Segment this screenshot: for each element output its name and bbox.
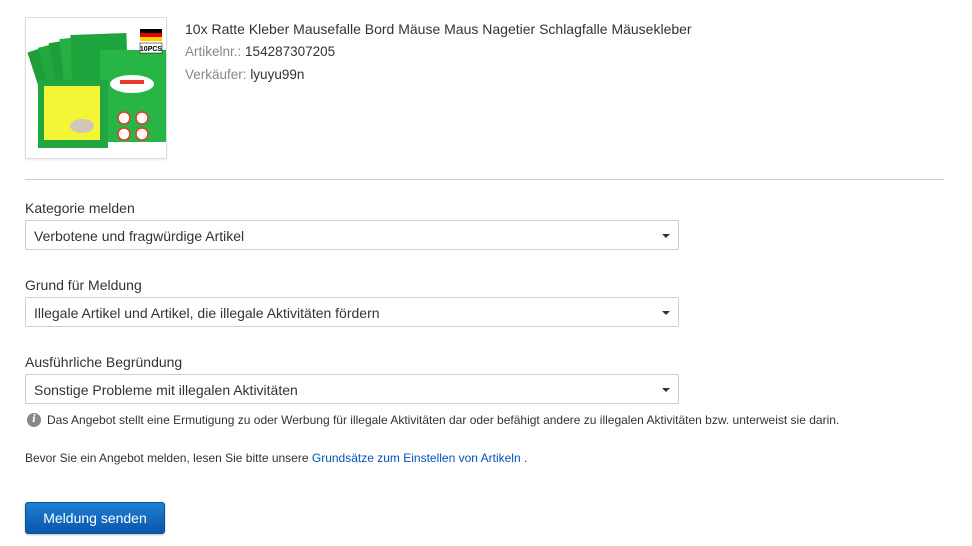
notice-suffix: . xyxy=(524,451,528,465)
detail-label: Ausführliche Begründung xyxy=(25,354,183,370)
chevron-down-icon xyxy=(662,311,670,315)
notice-prefix: Bevor Sie ein Angebot melden, lesen Sie … xyxy=(25,451,309,465)
detail-select-value: Sonstige Probleme mit illegalen Aktivitä… xyxy=(34,382,298,398)
product-info: 10x Ratte Kleber Mausefalle Bord Mäuse M… xyxy=(185,20,692,84)
product-title[interactable]: 10x Ratte Kleber Mausefalle Bord Mäuse M… xyxy=(185,20,692,38)
category-label: Kategorie melden xyxy=(25,200,135,216)
info-text: Das Angebot stellt eine Ermutigung zu od… xyxy=(47,412,840,427)
seller-row: Verkäufer: lyuyu99n xyxy=(185,66,692,84)
submit-report-button[interactable]: Meldung senden xyxy=(25,502,165,534)
seller-label: Verkäufer: xyxy=(185,67,247,82)
info-message: i Das Angebot stellt eine Ermutigung zu o… xyxy=(27,411,839,428)
chevron-down-icon xyxy=(662,234,670,238)
product-image-card[interactable]: 10PCS xyxy=(25,17,167,159)
category-select[interactable]: Verbotene und fragwürdige Artikel xyxy=(25,220,679,250)
article-number-label: Artikelnr.: xyxy=(185,44,242,59)
policy-notice: Bevor Sie ein Angebot melden, lesen Sie … xyxy=(25,450,527,466)
info-icon: i xyxy=(27,412,41,427)
article-number: 154287307205 xyxy=(245,44,336,59)
reason-select[interactable]: Illegale Artikel und Artikel, die illega… xyxy=(25,297,679,327)
article-number-row: Artikelnr.: 154287307205 xyxy=(185,43,692,61)
reason-label: Grund für Meldung xyxy=(25,277,142,293)
chevron-down-icon xyxy=(662,388,670,392)
divider xyxy=(25,179,944,180)
category-select-value: Verbotene und fragwürdige Artikel xyxy=(34,228,245,244)
reason-select-value: Illegale Artikel und Artikel, die illega… xyxy=(34,305,380,321)
detail-select[interactable]: Sonstige Probleme mit illegalen Aktivitä… xyxy=(25,374,679,404)
product-image: 10PCS xyxy=(27,29,166,148)
policy-link[interactable]: Grundsätze zum Einstellen von Artikeln xyxy=(312,451,521,465)
image-badge: 10PCS xyxy=(140,46,163,53)
seller-name: lyuyu99n xyxy=(250,67,305,82)
